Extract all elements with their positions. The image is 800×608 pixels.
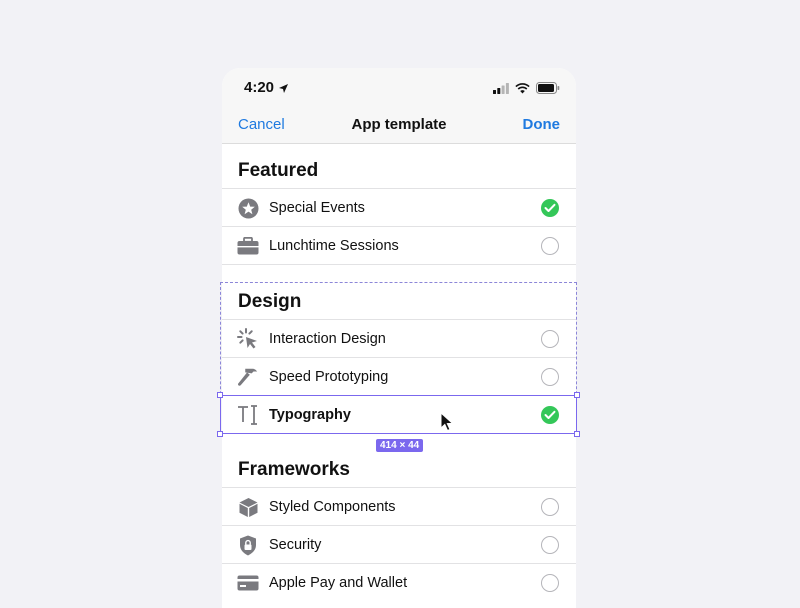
signal-icon (493, 81, 509, 99)
status-time: 4:20 (244, 79, 275, 96)
section-title-design: Design (238, 291, 302, 312)
item-label: Styled Components (269, 499, 396, 515)
dimension-badge: 414 × 44 (376, 439, 424, 452)
status-bar: 4:20 (222, 68, 576, 108)
list-item-speed-prototyping[interactable]: Speed Prototyping (222, 357, 576, 395)
list-item-security[interactable]: Security (222, 525, 576, 563)
phone-screen: 4:20 Cancel App template Done Featured S… (222, 68, 576, 608)
wifi-icon (515, 81, 530, 99)
item-label: Lunchtime Sessions (269, 238, 399, 254)
item-label: Security (269, 537, 322, 553)
section-divider (222, 433, 576, 434)
checked-icon[interactable] (541, 406, 559, 424)
item-label: Typography (269, 407, 351, 423)
list-item-apple-pay-and-wallet[interactable]: Apple Pay and Wallet (222, 563, 576, 601)
checked-icon[interactable] (541, 199, 559, 217)
list-item-lunchtime-sessions[interactable]: Lunchtime Sessions (222, 226, 576, 264)
resize-handle-top-right[interactable] (574, 392, 580, 398)
list-item-typography[interactable]: Typography (222, 395, 576, 433)
credit-card-icon (237, 572, 259, 594)
navigation-bar: Cancel App template Done (222, 108, 576, 144)
mouse-pointer-icon (440, 411, 454, 437)
cursor-click-icon (237, 328, 259, 350)
unchecked-icon[interactable] (541, 536, 559, 554)
item-label: Speed Prototyping (269, 369, 389, 385)
cube-icon (237, 496, 259, 518)
item-label: Special Events (269, 200, 365, 216)
item-label: Apple Pay and Wallet (269, 575, 408, 591)
unchecked-icon[interactable] (541, 330, 559, 348)
star-circle-icon (237, 197, 259, 219)
status-icons (493, 81, 560, 99)
unchecked-icon[interactable] (541, 574, 559, 592)
unchecked-icon[interactable] (541, 498, 559, 516)
briefcase-icon (237, 235, 259, 257)
shield-lock-icon (237, 534, 259, 556)
section-title-featured: Featured (238, 160, 319, 181)
resize-handle-bottom-left[interactable] (217, 431, 223, 437)
resize-handle-bottom-right[interactable] (574, 431, 580, 437)
list-item-special-events[interactable]: Special Events (222, 188, 576, 226)
hammer-icon (237, 366, 259, 388)
list-item-interaction-design[interactable]: Interaction Design (222, 319, 576, 357)
resize-handle-top-left[interactable] (217, 392, 223, 398)
battery-icon (536, 81, 560, 99)
item-label: Interaction Design (269, 331, 386, 347)
text-cursor-icon (237, 404, 259, 426)
section-divider (222, 264, 576, 265)
done-button[interactable]: Done (523, 116, 561, 133)
list-item-styled-components[interactable]: Styled Components (222, 487, 576, 525)
location-arrow-icon (278, 81, 289, 99)
unchecked-icon[interactable] (541, 237, 559, 255)
section-title-frameworks: Frameworks (238, 459, 350, 480)
unchecked-icon[interactable] (541, 368, 559, 386)
